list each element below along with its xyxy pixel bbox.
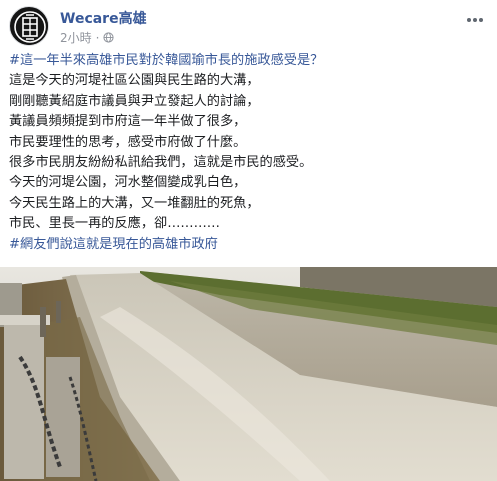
globe-icon[interactable] — [103, 32, 115, 43]
more-options-icon[interactable] — [466, 8, 484, 27]
hashtag-link[interactable]: #網友們說這就是現在的高雄市政府 — [9, 235, 491, 255]
post-text-line: 市民、里長一再的反應，卻………… — [9, 216, 220, 232]
post-timestamp[interactable]: 2小時 — [60, 29, 92, 46]
post-photo[interactable] — [0, 267, 497, 481]
post-text-line: 今天的河堤公園，河水整個變成乳白色， — [9, 175, 247, 191]
post-text-line: 今天民生路上的大溝，又一堆翻肚的死魚， — [9, 195, 260, 211]
page-name-link[interactable]: Wecare高雄 — [60, 8, 147, 28]
post-text-line: 市民要理性的思考，感受市府做了什麼。 — [9, 134, 247, 150]
avatar[interactable] — [9, 6, 49, 46]
post-text: #這一年半來高雄市民對於韓國瑜市長的施政感受是？ 這是今天的河堤社區公園與民生路… — [9, 51, 491, 255]
post-text-line: 剛剛聽黃紹庭市議員與尹立發起人的討論， — [9, 93, 260, 109]
meta-separator: · — [95, 30, 100, 45]
post-text-line: 這是今天的河堤社區公園與民生路的大溝， — [9, 73, 260, 89]
post-meta: 2小時 · — [60, 29, 115, 46]
page-logo-icon — [11, 8, 48, 45]
post-text-line: 黃議員頻頻提到市府這一年半做了很多， — [9, 114, 247, 130]
river-photo-image — [0, 267, 497, 481]
post-text-line: 很多市民朋友紛紛私訊給我們，這就是市民的感受。 — [9, 155, 313, 171]
post-header: Wecare高雄 2小時 · — [8, 4, 488, 48]
hashtag-link[interactable]: #這一年半來高雄市民對於韓國瑜市長的施政感受是？ — [9, 51, 491, 71]
